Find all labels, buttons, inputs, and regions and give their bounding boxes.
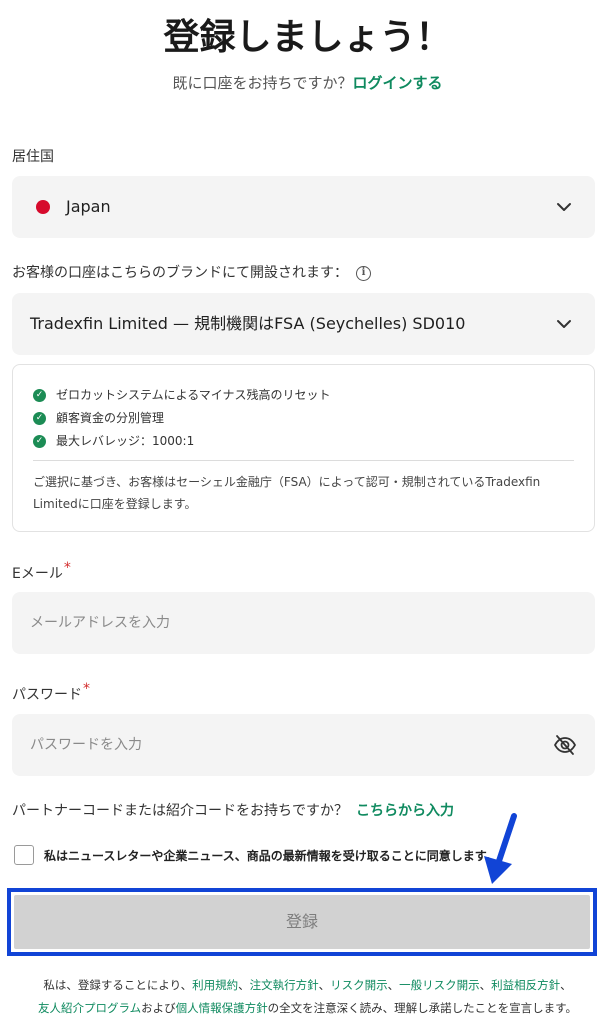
terms-sep: 、 (318, 978, 331, 992)
info-icon[interactable]: i (356, 265, 371, 281)
country-select[interactable]: Japan (12, 176, 595, 238)
terms-link-order-execution[interactable]: 注文執行方針 (250, 978, 319, 992)
brand-label-row: お客様の口座はこちらのブランドにて開設されます： i (12, 262, 371, 282)
newsletter-label: 私はニュースレターや企業ニュース、商品の最新情報を受け取ることに同意します。 (44, 849, 498, 863)
password-label: パスワード (12, 687, 82, 703)
brand-value: Tradexfin Limited — 規制機関はFSA (Seychelles… (30, 314, 466, 333)
partner-code-row: パートナーコードまたは紹介コードをお持ちですか？ こちらから入力 (12, 800, 454, 820)
page-title: 登録しましょう！ (163, 17, 452, 58)
country-value: Japan (66, 197, 111, 216)
terms-text: 私は、登録することにより、利用規約、注文執行方針、リスク開示、一般リスク開示、利… (10, 974, 605, 1020)
newsletter-checkbox[interactable] (14, 845, 34, 865)
login-prompt-text: 既に口座をお持ちですか？ (172, 74, 353, 92)
login-link[interactable]: ログインする (353, 74, 443, 92)
brand-label: お客様の口座はこちらのブランドにて開設されます： (12, 265, 348, 281)
chevron-down-icon (557, 320, 571, 328)
feature-text: ゼロカットシステムによるマイナス残高のリセット (56, 388, 331, 402)
regulation-note: ご選択に基づき、お客様はセーシェル金融庁（FSA）によって認可・規制されているT… (33, 475, 541, 511)
terms-sep: 、 (387, 978, 400, 992)
register-button[interactable]: 登録 (14, 895, 590, 949)
terms-suffix: の全文を注意深く読み、理解し承諾したことを宣言します。 (267, 1001, 577, 1015)
japan-flag-icon (36, 200, 50, 214)
brand-select[interactable]: Tradexfin Limited — 規制機関はFSA (Seychelles… (12, 293, 595, 355)
terms-prefix: 私は、登録することにより、 (43, 978, 193, 992)
terms-link-general-risk[interactable]: 一般リスク開示 (399, 978, 480, 992)
feature-text: 最大レバレッジ：1000:1 (56, 434, 195, 448)
feature-item: ✓ 最大レバレッジ：1000:1 (33, 432, 194, 449)
terms-link-privacy-policy[interactable]: 個人情報保護方針 (176, 1001, 268, 1015)
email-label: Eメール (12, 566, 63, 582)
password-label-row: パスワード* (12, 681, 90, 704)
eye-off-icon[interactable] (553, 734, 577, 756)
password-placeholder: パスワードを入力 (30, 737, 142, 753)
chevron-down-icon (557, 203, 571, 211)
terms-sep: 、 (479, 978, 492, 992)
feature-text: 顧客資金の分別管理 (56, 411, 165, 425)
required-mark: * (63, 560, 71, 576)
feature-item: ✓ ゼロカットシステムによるマイナス残高のリセット (33, 386, 331, 403)
terms-and: および (141, 1001, 176, 1015)
email-field[interactable]: メールアドレスを入力 (12, 592, 595, 654)
email-label-row: Eメール* (12, 560, 71, 583)
terms-link-risk-disclosure[interactable]: リスク開示 (330, 978, 388, 992)
required-mark: * (83, 681, 90, 697)
partner-code-link[interactable]: こちらから入力 (356, 803, 454, 819)
password-field[interactable]: パスワードを入力 (12, 714, 595, 776)
terms-sep: 、 (238, 978, 250, 992)
partner-prompt: パートナーコードまたは紹介コードをお持ちですか？ (12, 803, 348, 819)
terms-link-referral-program[interactable]: 友人紹介プログラム (38, 1001, 141, 1015)
feature-item: ✓ 顧客資金の分別管理 (33, 409, 164, 426)
terms-sep: 、 (560, 978, 572, 992)
check-icon: ✓ (33, 412, 46, 425)
login-prompt: 既に口座をお持ちですか？ログインする (0, 72, 615, 93)
divider (33, 460, 574, 461)
country-label: 居住国 (12, 149, 54, 165)
terms-link-conflict-of-interest[interactable]: 利益相反方針 (491, 978, 560, 992)
brand-features-panel: ✓ ゼロカットシステムによるマイナス残高のリセット ✓ 顧客資金の分別管理 ✓ 最大レ… (12, 364, 595, 532)
check-icon: ✓ (33, 389, 46, 402)
annotation-arrow-icon (484, 813, 517, 884)
check-icon: ✓ (33, 435, 46, 448)
email-placeholder: メールアドレスを入力 (30, 615, 170, 631)
terms-link-usage[interactable]: 利用規約 (192, 978, 238, 992)
